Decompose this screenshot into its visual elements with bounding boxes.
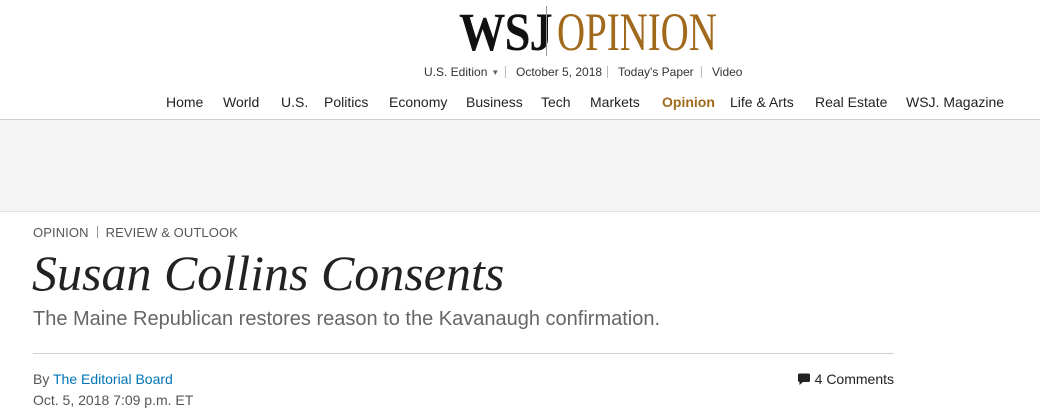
edition-label: U.S. Edition xyxy=(424,65,488,79)
caret-down-icon: ▼ xyxy=(491,68,500,77)
nav-world[interactable]: World xyxy=(223,94,259,110)
nav-business[interactable]: Business xyxy=(466,94,523,110)
main-navigation: Home World U.S. Politics Economy Busines… xyxy=(0,90,1040,114)
nav-life-arts[interactable]: Life & Arts xyxy=(730,94,794,110)
opinion-section-logo[interactable]: OPINION xyxy=(557,4,717,60)
wsj-logo[interactable]: WSJ xyxy=(459,4,553,60)
byline-prefix: By xyxy=(33,371,50,387)
nav-opinion[interactable]: Opinion xyxy=(662,94,715,110)
article-dek: The Maine Republican restores reason to … xyxy=(33,308,661,330)
nav-tech[interactable]: Tech xyxy=(541,94,571,110)
breadcrumb-divider xyxy=(96,226,98,238)
ad-placeholder xyxy=(0,120,1040,212)
comments-count: 4 Comments xyxy=(814,371,894,387)
comment-bubble-icon xyxy=(797,371,815,387)
nav-markets[interactable]: Markets xyxy=(590,94,640,110)
nav-politics[interactable]: Politics xyxy=(324,94,368,110)
subnav-divider xyxy=(607,66,608,78)
comments-button[interactable]: 4 Comments xyxy=(797,371,894,387)
todays-paper-link[interactable]: Today's Paper xyxy=(618,65,694,79)
author-link[interactable]: The Editorial Board xyxy=(53,371,173,387)
byline: By The Editorial Board xyxy=(33,371,173,387)
nav-us[interactable]: U.S. xyxy=(281,94,308,110)
sub-navigation: U.S. Edition ▼ October 5, 2018 Today's Pa… xyxy=(0,63,1040,81)
breadcrumb-opinion[interactable]: Opinion xyxy=(33,225,89,240)
nav-real-estate[interactable]: Real Estate xyxy=(815,94,887,110)
masthead: WSJ OPINION xyxy=(0,0,1040,62)
subnav-divider xyxy=(701,66,702,78)
current-date: October 5, 2018 xyxy=(516,65,603,79)
nav-wsj-magazine[interactable]: WSJ. Magazine xyxy=(906,94,1004,110)
logo-divider xyxy=(546,6,547,56)
breadcrumb-review-outlook[interactable]: Review & Outlook xyxy=(106,225,238,240)
nav-home[interactable]: Home xyxy=(166,94,203,110)
publish-timestamp: Oct. 5, 2018 7:09 p.m. ET xyxy=(33,392,194,408)
video-link[interactable]: Video xyxy=(712,65,742,79)
breadcrumb: Opinion Review & Outlook xyxy=(33,225,238,240)
nav-economy[interactable]: Economy xyxy=(389,94,447,110)
article-headline: Susan Collins Consents xyxy=(32,245,505,301)
article-divider xyxy=(33,353,894,354)
subnav-divider xyxy=(505,66,506,78)
edition-selector[interactable]: U.S. Edition ▼ xyxy=(424,65,499,79)
